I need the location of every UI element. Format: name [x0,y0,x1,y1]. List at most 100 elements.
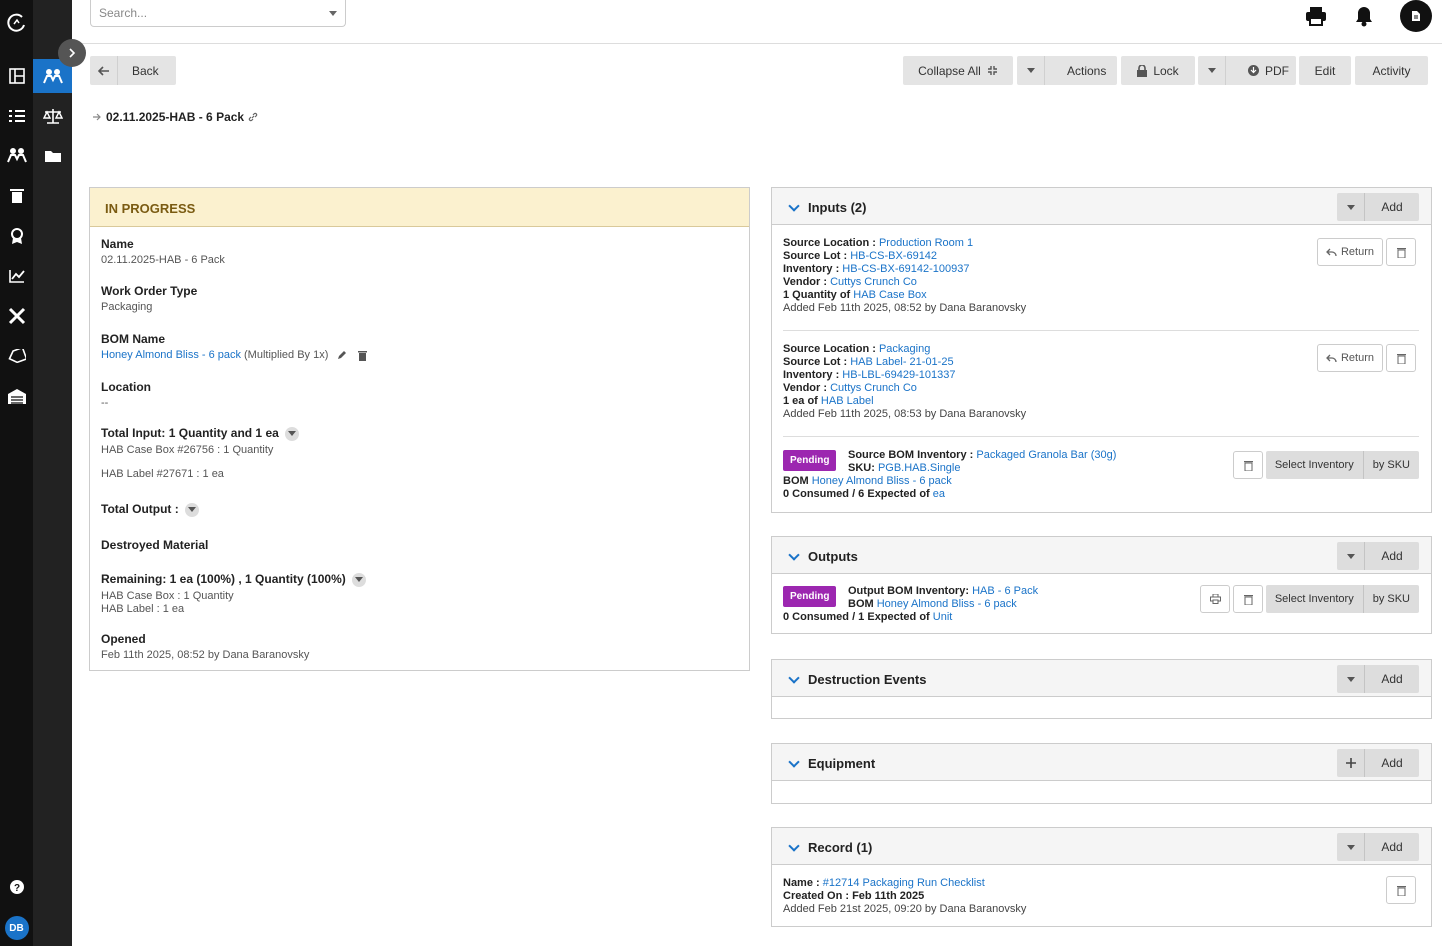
chevron-down-icon[interactable] [788,840,800,852]
print-icon[interactable] [1304,4,1328,28]
source-lot-link[interactable]: HAB Label- 21-01-25 [850,356,953,368]
vendor-link[interactable]: Cuttys Crunch Co [830,382,917,394]
select-inventory-group[interactable]: Select Inventory by SKU [1265,585,1419,613]
chevron-down-icon[interactable] [788,672,800,684]
chevron-down-icon[interactable] [284,426,299,441]
vendor-link[interactable]: Cuttys Crunch Co [830,276,917,288]
bom-link[interactable]: Honey Almond Bliss - 6 pack [812,475,952,487]
chevron-down-icon[interactable] [788,549,800,561]
unit-link[interactable]: ea [933,488,945,500]
outputs-add-button[interactable]: Add [1365,542,1419,570]
sku-link[interactable]: PGB.HAB.Single [878,462,961,474]
return-button[interactable]: Return [1317,238,1383,266]
logo-icon[interactable] [0,8,33,38]
warehouse-icon[interactable] [0,381,33,411]
chevron-down-icon[interactable] [788,200,800,212]
return-button[interactable]: Return [1317,344,1383,372]
unit-link[interactable]: Unit [933,611,953,623]
delete-button[interactable] [1386,238,1416,266]
chevron-down-icon[interactable] [1337,193,1365,221]
people-icon[interactable] [0,140,33,170]
total-output-field: Total Output : [101,502,199,517]
edit-label: Edit [1314,63,1336,78]
delete-button[interactable] [1233,451,1263,479]
delete-button[interactable] [1386,344,1416,372]
record-add-group[interactable]: Add [1337,833,1419,861]
help-icon[interactable]: ? [0,872,33,902]
destruction-add-button[interactable]: Add [1365,665,1419,693]
top-bar: Search... [72,0,1442,44]
added-info: Added Feb 11th 2025, 08:53 by Dana Baran… [783,408,1027,420]
user-avatar[interactable]: DB [0,913,33,943]
select-inventory-button[interactable]: Select Inventory [1266,451,1363,479]
source-location-link[interactable]: Packaging [879,343,930,355]
scale-icon[interactable] [33,99,72,133]
source-bom-inventory-link[interactable]: Packaged Granola Bar (30g) [976,449,1116,461]
destroyed-material-label: Destroyed Material [101,538,209,552]
lock-icon [1137,64,1148,77]
inventory-link[interactable]: HB-LBL-69429-101337 [842,369,955,381]
back-button[interactable]: Back [90,56,176,85]
source-lot-link[interactable]: HB-CS-BX-69142 [850,250,937,262]
link-icon[interactable] [248,112,258,122]
item-link[interactable]: HAB Case Box [853,289,926,301]
collapse-all-button[interactable]: Collapse All [903,56,1013,85]
bell-icon[interactable] [1352,4,1376,28]
bom-link[interactable]: Honey Almond Bliss - 6 pack [101,349,241,361]
inputs-add-button[interactable]: Add [1365,193,1419,221]
equipment-add-button[interactable]: Add [1365,749,1419,777]
print-button[interactable] [1200,585,1230,613]
dashboard-icon[interactable] [0,61,33,91]
award-icon[interactable] [0,221,33,251]
by-sku-button[interactable]: by SKU [1362,585,1419,613]
item-link[interactable]: HAB Label [821,395,874,407]
chevron-down-icon[interactable] [1337,542,1365,570]
by-sku-button[interactable]: by SKU [1362,451,1419,479]
arrow-left-icon [90,56,118,85]
outputs-add-group[interactable]: Add [1337,542,1419,570]
collapse-icon [987,66,997,75]
select-inventory-group[interactable]: Select Inventory by SKU [1265,451,1419,479]
location-value: -- [101,397,109,409]
trash-icon[interactable] [358,350,368,361]
tag-icon[interactable] [0,341,33,371]
edit-button[interactable]: Edit [1299,56,1351,85]
actions-button[interactable]: Actions [1017,56,1117,85]
chart-icon[interactable] [0,261,33,291]
lock-button[interactable]: Lock [1121,56,1195,85]
plus-icon[interactable] [1337,749,1365,777]
activity-button[interactable]: Activity [1355,56,1428,85]
destruction-add-group[interactable]: Add [1337,665,1419,693]
location-field: Location -- [101,380,151,409]
inputs-add-group[interactable]: Add [1337,193,1419,221]
record-add-button[interactable]: Add [1365,833,1419,861]
pencil-icon[interactable] [337,350,347,360]
search-input[interactable]: Search... [90,0,346,27]
equipment-add-group[interactable]: Add [1337,749,1419,777]
trash-icon[interactable] [0,181,33,211]
chevron-down-icon[interactable] [1337,665,1365,693]
pdf-button[interactable]: PDF [1198,56,1296,85]
pending-badge-text: Pending [783,586,837,607]
chevron-down-icon[interactable] [351,572,366,587]
delete-button[interactable] [1233,585,1263,613]
record-link[interactable]: #12714 Packaging Run Checklist [823,877,985,889]
input-item: Source Location : Production Room 1 Sour… [783,237,1027,314]
expand-sidebar-button[interactable] [58,39,86,67]
inventory-link[interactable]: HB-CS-BX-69142-100937 [842,263,969,275]
select-inventory-button[interactable]: Select Inventory [1266,585,1363,613]
tasks-icon[interactable] [0,101,33,131]
print-icon [1209,594,1221,604]
output-bom-inventory-link[interactable]: HAB - 6 Pack [972,585,1038,597]
chevron-down-icon[interactable] [1337,833,1365,861]
source-location-link[interactable]: Production Room 1 [879,237,973,249]
bom-link[interactable]: Honey Almond Bliss - 6 pack [877,598,1017,610]
delete-button[interactable] [1386,876,1416,904]
chevron-down-icon[interactable] [184,502,199,517]
folder-icon[interactable] [33,139,72,173]
chevron-down-icon [329,11,337,16]
account-icon[interactable] [1400,0,1432,32]
pdf-label: PDF [1265,63,1289,78]
tools-icon[interactable] [0,301,33,331]
chevron-down-icon[interactable] [788,756,800,768]
